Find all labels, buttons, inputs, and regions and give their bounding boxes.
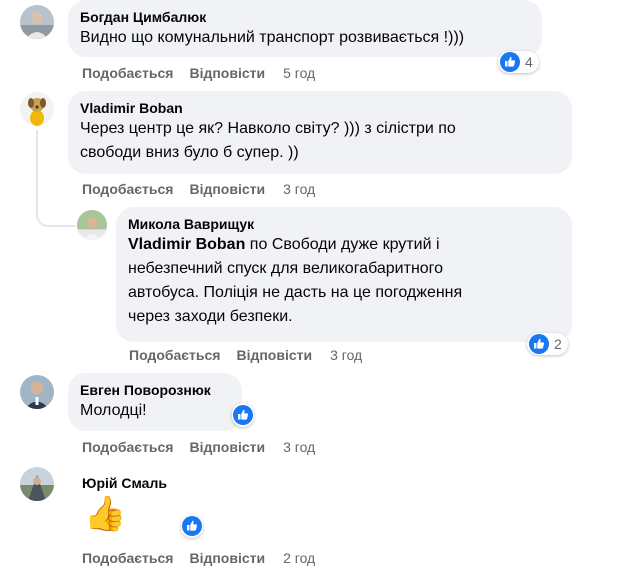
like-button[interactable]: Подобається <box>82 439 173 455</box>
comment-text: по Свободи дуже крутий і <box>245 236 440 253</box>
comment-text-line: Через центр це як? Навколо світу? ))) з … <box>80 120 456 137</box>
comment-text-line: автобуса. Поліція не дасть на це погодже… <box>128 284 463 301</box>
comment-author[interactable]: Микола Ваврищук <box>128 215 560 233</box>
comment-bubble: Vladimir Boban Через центр це як? Навкол… <box>68 91 572 174</box>
like-button[interactable]: Подобається <box>82 181 173 197</box>
avatar-yevhen[interactable] <box>20 375 54 409</box>
reaction-summary[interactable] <box>232 403 254 427</box>
thread-connector <box>36 205 76 227</box>
comment-time[interactable]: 3 год <box>283 181 315 197</box>
comment-author[interactable]: Vladimir Boban <box>80 99 560 117</box>
avatar-bohdan[interactable] <box>20 5 54 39</box>
comment-text: Видно що комунальний транспорт розвиваєт… <box>80 29 465 46</box>
reply-bubble: Микола Ваврищук Vladimir Boban по Свобод… <box>116 207 572 342</box>
like-icon <box>233 405 253 425</box>
comment-time[interactable]: 5 год <box>283 65 315 81</box>
like-button[interactable]: Подобається <box>82 65 173 81</box>
comment-actions: Подобається Відповісти 3 год <box>82 180 331 198</box>
reaction-count: 2 <box>554 336 562 352</box>
comment-author[interactable]: Евген Поворознюк <box>80 381 230 399</box>
avatar-mykola[interactable] <box>77 210 107 240</box>
avatar-yuriy[interactable] <box>20 467 54 501</box>
comment-time[interactable]: 3 год <box>330 347 362 363</box>
reaction-summary[interactable] <box>181 514 203 538</box>
like-button[interactable]: Подобається <box>129 347 220 363</box>
reaction-summary[interactable]: 4 <box>498 51 539 73</box>
comment-text-line: небезпечний спуск для великогабаритного <box>128 260 444 277</box>
comment-actions: Подобається Відповісти 5 год <box>82 64 331 82</box>
comment-time[interactable]: 3 год <box>283 439 315 455</box>
like-button[interactable]: Подобається <box>82 550 173 566</box>
comment-actions: Подобається Відповісти 3 год <box>129 346 378 364</box>
avatar-vladimir[interactable] <box>20 92 54 126</box>
comment-author[interactable]: Юрій Смаль <box>82 474 167 492</box>
comment-text: Молодці! <box>80 402 147 419</box>
comment-bubble: Богдан Цимбалюк Видно що комунальний тра… <box>68 0 542 57</box>
reaction-count: 4 <box>525 54 533 70</box>
thumbs-up-emoji: 👍 <box>84 495 127 533</box>
reaction-summary[interactable]: 2 <box>527 333 568 355</box>
comment-time[interactable]: 2 год <box>283 550 315 566</box>
thread-line <box>36 130 38 212</box>
reply-button[interactable]: Відповісти <box>189 65 265 81</box>
reply-button[interactable]: Відповісти <box>189 550 265 566</box>
comment-author[interactable]: Богдан Цимбалюк <box>80 8 530 26</box>
like-icon <box>182 516 202 536</box>
like-icon <box>529 334 549 354</box>
comment-text-line: свободи вниз було б супер. )) <box>80 144 299 161</box>
like-icon <box>500 52 520 72</box>
comment-text-line: Vladimir Boban по Свободи дуже крутий і <box>128 233 560 257</box>
comment-text-line: через заходи безпеки. <box>128 308 293 325</box>
reply-button[interactable]: Відповісти <box>236 347 312 363</box>
comment-bubble: Евген Поворознюк Молодці! <box>68 373 242 431</box>
reply-button[interactable]: Відповісти <box>189 181 265 197</box>
reply-button[interactable]: Відповісти <box>189 439 265 455</box>
mention-link[interactable]: Vladimir Boban <box>128 236 245 253</box>
comment-actions: Подобається Відповісти 3 год <box>82 438 331 456</box>
comment-actions: Подобається Відповісти 2 год <box>82 549 331 567</box>
